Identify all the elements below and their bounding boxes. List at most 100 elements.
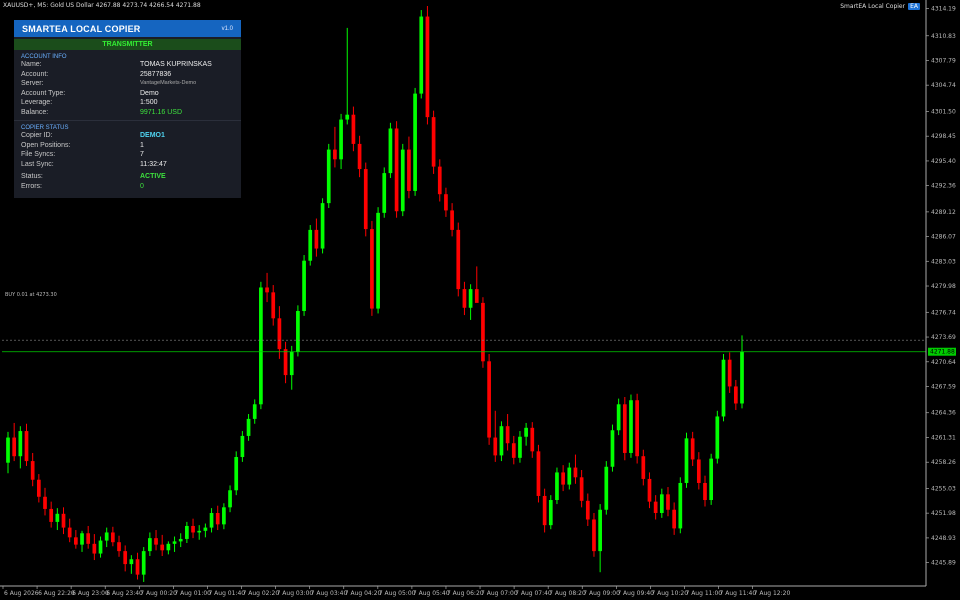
candle-body: [339, 119, 343, 160]
row-label: Status:: [21, 173, 43, 180]
row-value: Demo: [140, 89, 159, 97]
time-tick-label: 7 Aug 07:00: [481, 590, 518, 597]
candle-body: [573, 467, 578, 478]
candle-body: [98, 540, 103, 554]
candle-body: [172, 541, 177, 544]
time-tick-label: 7 Aug 02:20: [243, 590, 280, 597]
time-tick-label: 7 Aug 10:20: [651, 590, 688, 597]
row-label: Leverage:: [21, 99, 53, 106]
account-row-number: Account: 25877836: [21, 70, 241, 80]
account-row-name: Name: TOMAS KUPRINSKAS: [21, 60, 241, 70]
time-tick-label: 6 Aug 23:00: [72, 590, 109, 597]
candle-body: [666, 494, 670, 510]
ea-name-label[interactable]: SmartEA Local Copier EA: [840, 3, 920, 10]
price-tick-label: 4310.83: [931, 33, 956, 40]
price-tick-label: 4258.26: [931, 459, 956, 466]
candle-body: [55, 513, 60, 522]
row-label: Server:: [21, 80, 44, 87]
row-value: 25877836: [140, 70, 172, 78]
symbol-info: XAUUSD+, M5: Gold US Dollar 4267.88 4273…: [3, 2, 201, 9]
candle-body: [659, 494, 664, 513]
candle-body: [123, 551, 128, 565]
row-value: DEMO1: [140, 132, 165, 139]
candle-body: [277, 318, 282, 350]
status-row-copier-id: Copier ID: DEMO1: [21, 131, 241, 141]
time-tick-label: 7 Aug 03:00: [277, 590, 314, 597]
candle-body: [302, 260, 306, 312]
ea-smiley-icon: EA: [908, 3, 920, 10]
candle-body: [672, 509, 677, 529]
candle-body: [135, 559, 140, 575]
candle-body: [567, 467, 572, 485]
row-value: ACTIVE: [140, 173, 166, 180]
candle-body: [18, 431, 23, 457]
price-tick-label: 4307.79: [931, 57, 956, 64]
status-row-open-positions: Open Positions: 1: [21, 141, 241, 151]
candle-body: [215, 512, 220, 525]
candle-body: [561, 472, 565, 485]
price-tick-label: 4248.93: [931, 535, 956, 542]
time-tick-label: 7 Aug 05:00: [379, 590, 416, 597]
time-tick-label: 7 Aug 04:20: [345, 590, 382, 597]
candle-body: [370, 229, 374, 309]
candle-body: [36, 479, 41, 497]
row-label: Errors:: [21, 182, 42, 190]
candle-body: [351, 114, 356, 144]
panel-divider: [14, 120, 241, 121]
candle-body: [148, 538, 152, 552]
panel-header[interactable]: SMARTEA LOCAL COPIER v1.0: [14, 20, 241, 37]
account-row-leverage: Leverage: 1:500: [21, 98, 241, 108]
candle-body: [12, 437, 17, 457]
panel-title: SMARTEA LOCAL COPIER: [22, 23, 141, 34]
price-tick-label: 4251.98: [931, 510, 956, 517]
current-price-tag-label: 4271.88: [930, 349, 955, 356]
candle-body: [690, 438, 695, 460]
candle-body: [678, 482, 683, 529]
panel-version: v1.0: [221, 25, 233, 32]
mode-badge: TRANSMITTER: [14, 39, 241, 50]
price-tick-label: 4261.31: [931, 434, 956, 441]
row-value: 11:32:47: [140, 160, 167, 168]
candle-body: [73, 537, 78, 545]
time-tick-label: 7 Aug 01:00: [174, 590, 211, 597]
copier-panel: SMARTEA LOCAL COPIER v1.0 TRANSMITTER AC…: [14, 20, 241, 198]
status-row-file-syncs: File Syncs: 7: [21, 150, 241, 160]
candle-body: [197, 530, 202, 533]
candle-body: [314, 229, 319, 249]
status-row-last-sync: Last Sync: 11:32:47: [21, 160, 241, 170]
price-tick-label: 4292.36: [931, 183, 956, 190]
status-row-errors: Errors: 0: [21, 182, 241, 192]
time-tick-label: 7 Aug 05:40: [413, 590, 450, 597]
candle-body: [616, 404, 621, 431]
price-tick-label: 4283.03: [931, 258, 956, 265]
candle-body: [548, 500, 553, 526]
candle-body: [542, 495, 547, 526]
candle-body: [462, 289, 467, 308]
candle-body: [178, 538, 183, 542]
row-label: File Syncs:: [21, 151, 56, 158]
candle-body: [283, 349, 288, 376]
ea-name: SmartEA Local Copier: [840, 3, 906, 10]
candle-body: [129, 559, 134, 565]
candle-body: [265, 287, 269, 293]
candle-body: [444, 194, 448, 211]
candle-body: [333, 149, 337, 160]
row-label: Open Positions:: [21, 141, 71, 149]
candle-body: [24, 431, 29, 462]
time-tick-label: 7 Aug 12:20: [754, 590, 791, 597]
order-line-label[interactable]: BUY 0.01 at 4273.30: [5, 292, 57, 298]
candle-body: [450, 210, 454, 230]
price-tick-label: 4255.03: [931, 485, 956, 492]
candle-body: [647, 478, 652, 502]
time-tick-label: 7 Aug 07:40: [515, 590, 552, 597]
price-tick-label: 4264.36: [931, 410, 956, 417]
time-tick-label: 7 Aug 03:40: [311, 590, 348, 597]
time-tick-label: 7 Aug 01:40: [208, 590, 245, 597]
candle-body: [191, 525, 195, 533]
account-row-server: Server: VantageMarkets-Demo: [21, 79, 241, 89]
account-row-balance: Balance: 9971.16 USD: [21, 108, 241, 118]
candle-body: [721, 359, 726, 417]
candle-body: [376, 212, 380, 309]
candle-body: [518, 436, 522, 458]
candle-body: [357, 143, 362, 170]
